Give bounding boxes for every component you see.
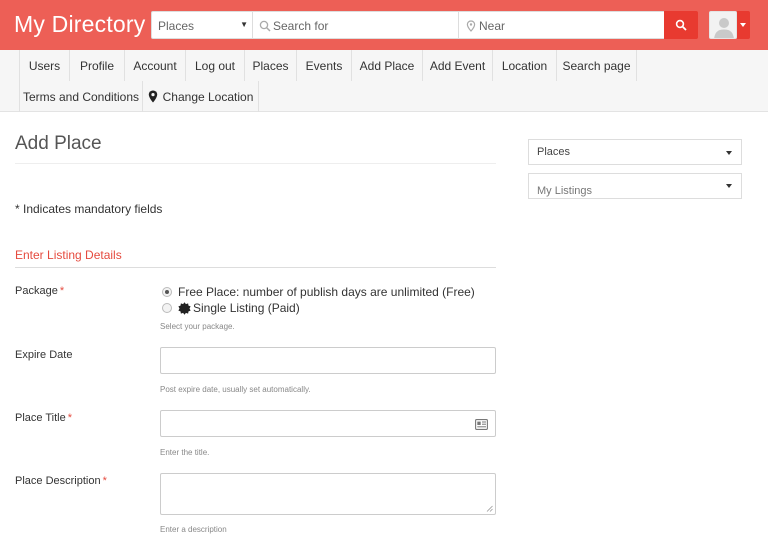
near-input[interactable]: Near [459, 11, 665, 39]
place-description-help: Enter a description [160, 525, 227, 534]
page-title: Add Place [15, 133, 102, 154]
nav-item-label: Add Place [359, 58, 415, 73]
label-text: Place Description [15, 475, 101, 487]
divider [15, 163, 496, 164]
nav-item-logout[interactable]: Log out [186, 50, 245, 81]
nav-item-label: Terms and Conditions [22, 89, 140, 104]
search-icon [259, 20, 271, 32]
radio-button[interactable] [162, 303, 172, 313]
user-menu-toggle[interactable] [737, 11, 750, 39]
id-card-icon [475, 419, 488, 430]
site-title[interactable]: My Directory [14, 11, 145, 38]
nav-item-label: Add Event [429, 58, 486, 73]
required-mark: * [102, 475, 107, 487]
caret-down-icon: ▼ [240, 20, 248, 29]
site-header: My Directory Places ▼ Search for Near [0, 0, 768, 50]
search-placeholder: Search for [273, 19, 329, 33]
map-marker-icon [466, 20, 476, 32]
nav-item-events[interactable]: Events [297, 50, 352, 81]
nav-item-users[interactable]: Users [19, 50, 70, 81]
nav-item-label: Search page [562, 58, 631, 73]
nav-item-label: Places [252, 58, 289, 73]
place-description-label: Place Description * [15, 475, 107, 487]
select-value: Places [537, 146, 571, 158]
badge-icon [178, 301, 191, 315]
place-title-label: Place Title * [15, 412, 72, 424]
place-title-help: Enter the title. [160, 448, 210, 457]
nav-item-change-location[interactable]: Change Location [143, 81, 259, 112]
nav-item-label: Account [133, 58, 177, 73]
user-icon [714, 18, 734, 38]
expire-date-input[interactable] [160, 347, 496, 374]
mandatory-note: * Indicates mandatory fields [15, 202, 163, 216]
near-placeholder: Near [479, 19, 506, 33]
caret-down-icon [726, 151, 732, 155]
label-text: Package [15, 285, 58, 297]
nav-item-label: Users [28, 58, 61, 73]
nav-item-account[interactable]: Account [125, 50, 186, 81]
package-label: Package * [15, 285, 64, 297]
place-title-input[interactable] [160, 410, 496, 437]
sidebar-my-listings-select[interactable]: My Listings [528, 173, 742, 199]
caret-down-icon [740, 23, 746, 27]
label-text: Place Title [15, 412, 66, 424]
avatar[interactable] [709, 11, 737, 39]
nav-item-label: Events [305, 58, 343, 73]
resize-grip-icon[interactable] [486, 505, 493, 512]
required-mark: * [67, 412, 73, 424]
nav-item-label: Location [501, 58, 548, 73]
divider [15, 267, 496, 268]
nav-item-location[interactable]: Location [493, 50, 557, 81]
package-help: Select your package. [160, 322, 235, 331]
map-marker-icon [148, 90, 157, 103]
search-icon [675, 19, 687, 31]
main-nav: Users Profile Account Log out Places Eve… [0, 50, 768, 112]
nav-item-terms[interactable]: Terms and Conditions [19, 81, 143, 112]
nav-item-places[interactable]: Places [245, 50, 297, 81]
post-type-select[interactable]: Places ▼ [151, 11, 253, 39]
required-mark: * [59, 285, 65, 297]
package-option-single[interactable]: Single Listing (Paid) [162, 301, 300, 315]
user-menu[interactable] [709, 11, 750, 39]
search-button[interactable] [664, 11, 698, 39]
expire-date-help: Post expire date, usually set automatica… [160, 385, 311, 394]
place-description-textarea[interactable] [160, 473, 496, 515]
nav-item-add-event[interactable]: Add Event [423, 50, 493, 81]
nav-item-add-place[interactable]: Add Place [352, 50, 423, 81]
nav-item-label: Log out [194, 58, 236, 73]
option-label: Single Listing (Paid) [193, 301, 300, 315]
expire-date-label: Expire Date [15, 349, 73, 361]
nav-item-label: Profile [79, 58, 114, 73]
section-title: Enter Listing Details [15, 248, 122, 262]
package-option-free[interactable]: Free Place: number of publish days are u… [162, 285, 475, 299]
nav-item-label: Change Location [162, 89, 254, 104]
sidebar-places-select[interactable]: Places [528, 139, 742, 165]
radio-button[interactable] [162, 287, 172, 297]
caret-down-icon [726, 184, 732, 188]
select-value: My Listings [537, 185, 593, 197]
post-type-value: Places [158, 19, 195, 33]
search-input[interactable]: Search for [253, 11, 459, 39]
nav-item-profile[interactable]: Profile [70, 50, 125, 81]
nav-item-search-page[interactable]: Search page [557, 50, 637, 81]
option-label: Free Place: number of publish days are u… [178, 285, 475, 299]
